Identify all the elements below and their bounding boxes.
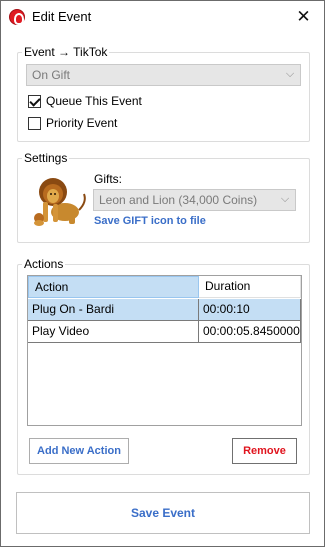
event-group-label: Event → TikTok: [22, 45, 110, 59]
close-icon[interactable]: ✕: [283, 1, 324, 33]
gift-dropdown[interactable]: Leon and Lion (34,000 Coins) ⌵: [93, 189, 296, 211]
save-gift-icon-link[interactable]: Save GIFT icon to file: [94, 215, 206, 227]
queue-event-checkbox-box[interactable]: [28, 95, 41, 108]
app-logo-icon: [9, 9, 25, 25]
gifts-label: Gifts:: [94, 172, 123, 186]
priority-event-label: Priority Event: [46, 116, 118, 130]
queue-event-label: Queue This Event: [46, 94, 142, 108]
column-header-duration[interactable]: Duration: [199, 276, 301, 298]
priority-event-checkbox[interactable]: Priority Event: [28, 116, 178, 132]
event-type-dropdown[interactable]: On Gift ⌵: [26, 64, 301, 86]
row-action-cell: Play Video: [28, 321, 199, 343]
column-header-action[interactable]: Action: [28, 276, 199, 298]
priority-event-checkbox-box[interactable]: [28, 117, 41, 130]
table-header: Action Duration: [28, 276, 301, 298]
settings-group-label: Settings: [22, 151, 70, 165]
chevron-down-icon: ⌵: [280, 193, 290, 205]
title-bar: Edit Event ✕: [1, 1, 324, 33]
edit-event-window: Edit Event ✕ Event → TikTok On Gift ⌵ Qu…: [0, 0, 325, 547]
row-action-cell: Plug On - Bardi: [28, 299, 199, 321]
gift-lion-icon: [34, 178, 86, 226]
actions-group-label: Actions: [22, 257, 66, 271]
row-duration-cell: 00:00:05.8450000: [199, 321, 301, 343]
table-row[interactable]: Play Video 00:00:05.8450000: [28, 321, 301, 343]
window-title: Edit Event: [32, 9, 92, 24]
remove-action-button[interactable]: Remove: [232, 438, 297, 464]
chevron-down-icon: ⌵: [285, 68, 295, 80]
queue-event-checkbox[interactable]: Queue This Event: [28, 94, 178, 110]
actions-table[interactable]: Action Duration Plug On - Bardi 00:00:10…: [27, 275, 302, 426]
event-type-value: On Gift: [32, 68, 71, 82]
add-new-action-button[interactable]: Add New Action: [29, 438, 129, 464]
table-row[interactable]: Plug On - Bardi 00:00:10: [28, 299, 301, 321]
gift-value: Leon and Lion (34,000 Coins): [99, 193, 258, 207]
row-duration-cell: 00:00:10: [199, 299, 301, 321]
save-event-button[interactable]: Save Event: [16, 492, 310, 534]
